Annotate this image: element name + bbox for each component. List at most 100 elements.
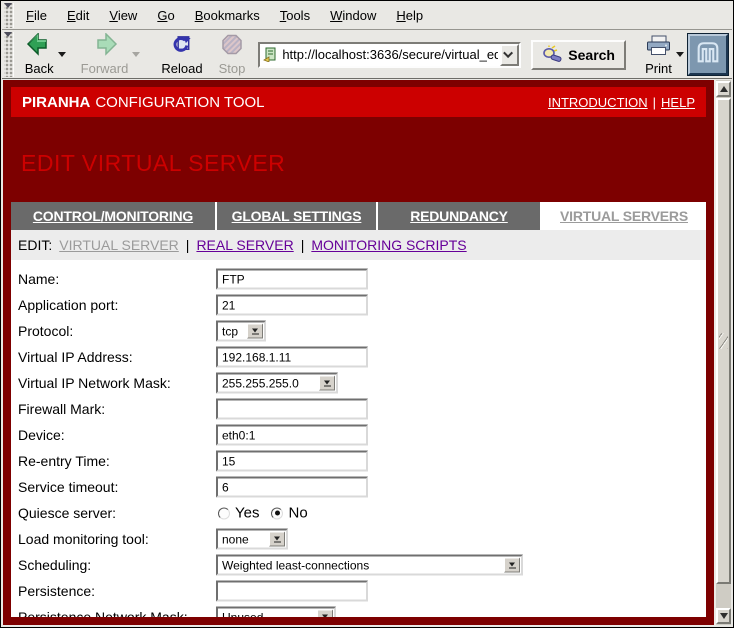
menu-tools[interactable]: Tools [270,8,320,23]
chevron-down-icon [503,48,513,58]
field-label-name: Name: [18,271,59,287]
search-icon [542,45,564,65]
input-service-timeout[interactable] [216,477,368,498]
tab-label: GLOBAL SETTINGS [232,208,362,224]
tab-virtual-servers[interactable]: VIRTUAL SERVERS [542,202,706,230]
tab-label: REDUNDANCY [410,208,508,224]
input-persistence[interactable] [216,581,368,602]
subnav-monitoring-scripts-link[interactable]: MONITORING SCRIPTS [311,237,466,253]
menu-help[interactable]: Help [386,8,433,23]
field-label-persistence-network-mask: Persistence Network Mask: [18,609,188,617]
field-label-service-timeout: Service timeout: [18,479,118,495]
field-control-persistence [216,581,368,602]
vertical-scrollbar[interactable] [714,80,731,625]
navigation-toolbar: Back Forward [2,31,732,79]
stop-label: Stop [219,61,246,76]
subnav-separator: | [301,237,305,253]
url-input[interactable] [280,44,500,66]
scrollbar-thumb[interactable] [716,98,731,584]
toolbar-grip-handle[interactable] [4,3,14,28]
url-dropdown-button[interactable] [500,44,519,66]
menu-edit[interactable]: Edit [57,8,99,23]
field-control-re-entry-time [216,451,368,472]
stop-button[interactable]: Stop [216,33,249,77]
selected-value: Unused [218,610,317,617]
tab-label: CONTROL/MONITORING [33,208,193,224]
field-label-quiesce-server: Quiesce server: [18,505,116,521]
field-label-firewall-mark: Firewall Mark: [18,401,105,417]
scroll-down-button[interactable] [716,608,731,624]
subnav-real-server-link[interactable]: REAL SERVER [196,237,293,253]
page-bookmark-icon[interactable] [260,44,280,66]
menu-file[interactable]: File [16,8,57,23]
scroll-up-icon [720,86,728,92]
tab-global-settings[interactable]: GLOBAL SETTINGS [217,202,376,230]
menu-bar-items: FileEditViewGoBookmarksToolsWindowHelp [16,8,433,23]
form-row-name: Name: [11,266,706,292]
form-row-persistence-network-mask: Persistence Network Mask: Unused [11,604,706,617]
dropdown-arrow-icon[interactable] [269,532,285,547]
select-protocol[interactable]: tcp [216,321,266,342]
input-firewall-mark[interactable] [216,399,368,420]
back-button[interactable]: Back [22,33,57,77]
print-dropdown-icon[interactable] [676,52,684,57]
search-label: Search [568,47,615,63]
tab-control-monitoring[interactable]: CONTROL/MONITORING [11,202,215,230]
forward-label: Forward [81,61,129,76]
forward-button[interactable]: Forward [78,33,132,77]
mozilla-logo-button[interactable] [688,34,728,75]
field-label-scheduling: Scheduling: [18,557,91,573]
toolbar-grip-handle[interactable] [4,32,14,77]
select-virtual-ip-network-mask[interactable]: 255.255.255.0 [216,373,338,394]
browser-window: FileEditViewGoBookmarksToolsWindowHelp B… [0,0,734,628]
search-button[interactable]: Search [531,40,626,70]
form-row-load-monitoring-tool: Load monitoring tool:none [11,526,706,552]
input-virtual-ip-address[interactable] [216,347,368,368]
input-name[interactable] [216,269,368,290]
subnav-virtual-server: VIRTUAL SERVER [59,237,179,253]
selected-value: tcp [218,324,247,338]
menu-view[interactable]: View [99,8,147,23]
forward-dropdown-icon[interactable] [132,52,140,57]
field-label-virtual-ip-network-mask: Virtual IP Network Mask: [18,375,171,391]
edit-subnav: EDIT: VIRTUAL SERVER | REAL SERVER | MON… [11,230,706,260]
virtual-server-form: Name: Application port: Protocol: tcp Virtua… [11,260,706,617]
field-control-firewall-mark [216,399,368,420]
field-control-device [216,425,368,446]
help-link[interactable]: HELP [661,95,695,110]
field-control-virtual-ip-address [216,347,368,368]
dropdown-arrow-icon[interactable] [504,558,520,573]
url-bar [258,42,521,68]
tab-label: VIRTUAL SERVERS [560,208,688,224]
scroll-down-icon [720,613,728,619]
print-button[interactable]: Print [642,33,675,77]
field-label-re-entry-time: Re-entry Time: [18,453,110,469]
dropdown-arrow-icon[interactable] [317,610,333,618]
reload-button[interactable]: Reload [158,33,205,77]
link-separator: | [653,95,656,110]
scroll-up-button[interactable] [716,81,731,97]
select-scheduling[interactable]: Weighted least-connections [216,555,523,576]
print-icon [645,35,672,59]
input-device[interactable] [216,425,368,446]
select-persistence-network-mask[interactable]: Unused [216,607,336,618]
field-control-name [216,269,368,290]
input-re-entry-time[interactable] [216,451,368,472]
tab-redundancy[interactable]: REDUNDANCY [378,202,540,230]
dropdown-arrow-icon[interactable] [247,324,263,339]
menu-bookmarks[interactable]: Bookmarks [185,8,270,23]
input-application-port[interactable] [216,295,368,316]
form-row-firewall-mark: Firewall Mark: [11,396,706,422]
selected-value: none [218,532,269,546]
form-row-application-port: Application port: [11,292,706,318]
back-dropdown-icon[interactable] [58,52,66,57]
select-load-monitoring-tool[interactable]: none [216,529,288,550]
radio-quiesce-server-no[interactable] [271,507,283,519]
menu-window[interactable]: Window [320,8,386,23]
back-icon [26,33,53,59]
introduction-link[interactable]: INTRODUCTION [548,95,648,110]
radio-quiesce-server-yes[interactable] [218,507,230,519]
menu-go[interactable]: Go [147,8,184,23]
dropdown-arrow-icon[interactable] [319,376,335,391]
field-label-protocol: Protocol: [18,323,73,339]
